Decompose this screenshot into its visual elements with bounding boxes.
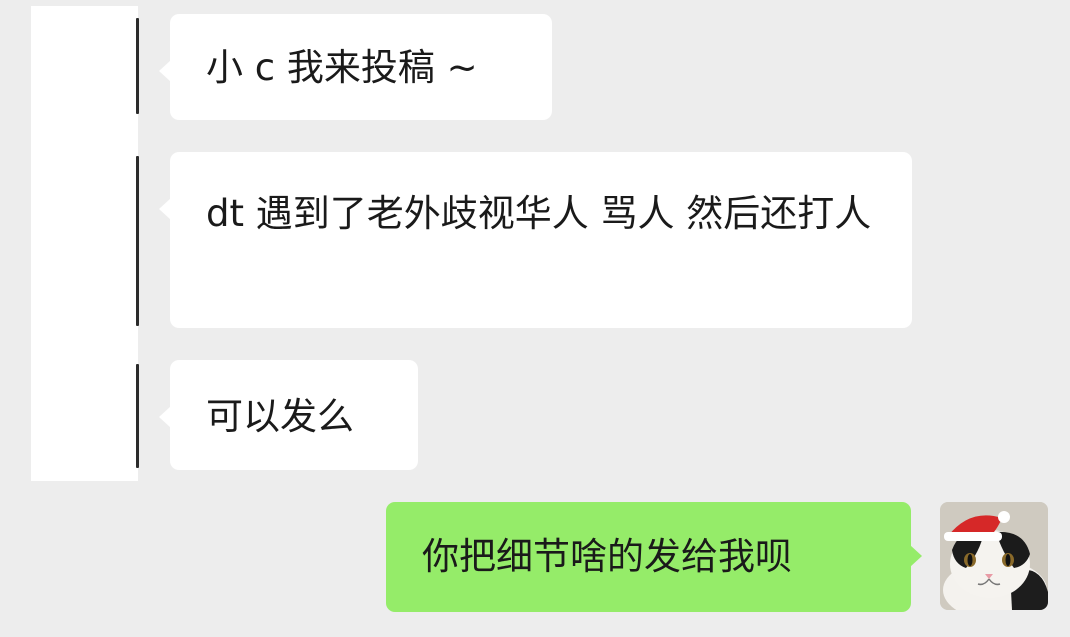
incoming-message-bubble[interactable]: 可以发么	[159, 360, 418, 470]
message-text: dt 遇到了老外歧视华人 骂人 然后还打人	[206, 192, 872, 235]
cat-with-santa-hat-icon	[940, 502, 1048, 610]
incoming-message-bubble[interactable]: dt 遇到了老外歧视华人 骂人 然后还打人	[159, 152, 912, 328]
incoming-message-bubble[interactable]: 小 c 我来投稿 ~	[159, 14, 552, 120]
outgoing-message-bubble[interactable]: 你把细节啥的发给我呗	[386, 502, 922, 612]
sender-avatar-edge	[136, 18, 139, 114]
message-text: 可以发么	[206, 395, 354, 438]
message-text: 小 c 我来投稿 ~	[206, 46, 478, 89]
sender-avatar-edge	[136, 364, 139, 468]
message-text: 你把细节啥的发给我呗	[422, 535, 792, 578]
sender-avatar-edge	[136, 156, 139, 326]
self-avatar[interactable]	[940, 502, 1048, 610]
sender-avatar-redacted	[31, 6, 138, 481]
